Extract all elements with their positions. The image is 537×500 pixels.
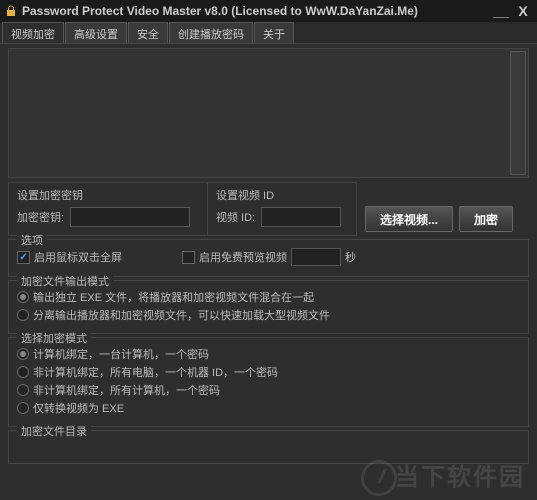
encrypt-mode-radio-3[interactable] xyxy=(17,384,29,396)
id-label: 视频 ID: xyxy=(216,209,255,225)
options-section: 选项 启用鼠标双击全屏 启用免费预览视频 秒 xyxy=(8,239,529,277)
encrypt-mode-title: 选择加密模式 xyxy=(17,330,91,346)
select-video-button[interactable]: 选择视频... xyxy=(365,206,453,232)
tab-bar: 视频加密 高级设置 安全 创建播放密码 关于 xyxy=(0,22,537,44)
encrypt-mode-label-3: 非计算机绑定，所有计算机，一个密码 xyxy=(33,382,220,398)
output-mode-radio-2[interactable] xyxy=(17,309,29,321)
double-click-label: 启用鼠标双击全屏 xyxy=(34,249,122,265)
minimize-button[interactable]: __ xyxy=(491,3,511,19)
output-mode-title: 加密文件输出模式 xyxy=(17,273,113,289)
output-dir-section: 加密文件目录 xyxy=(8,430,529,464)
id-block: 设置视频 ID 视频 ID: xyxy=(207,182,357,236)
tab-security[interactable]: 安全 xyxy=(128,22,168,43)
action-buttons: 选择视频... 加密 xyxy=(365,182,513,236)
settings-row: 设置加密密钥 加密密钥: 设置视频 ID 视频 ID: 选择视频... 加密 xyxy=(8,182,529,236)
tab-advanced[interactable]: 高级设置 xyxy=(65,22,127,43)
watermark-icon xyxy=(361,460,397,496)
output-mode-section: 加密文件输出模式 输出独立 EXE 文件，将播放器和加密视频文件混合在一起 分离… xyxy=(8,280,529,334)
id-title: 设置视频 ID xyxy=(216,187,348,203)
output-dir-title: 加密文件目录 xyxy=(17,423,91,439)
tab-create-password[interactable]: 创建播放密码 xyxy=(169,22,253,43)
key-label: 加密密钥: xyxy=(17,209,64,225)
key-block: 设置加密密钥 加密密钥: xyxy=(8,182,208,236)
content-panel: 设置加密密钥 加密密钥: 设置视频 ID 视频 ID: 选择视频... 加密 选… xyxy=(0,44,537,500)
window-title: Password Protect Video Master v8.0 (Lice… xyxy=(22,4,489,18)
tab-video-encrypt[interactable]: 视频加密 xyxy=(2,22,64,43)
encrypt-mode-radio-2[interactable] xyxy=(17,366,29,378)
id-input[interactable] xyxy=(261,207,341,227)
encrypt-mode-section: 选择加密模式 计算机绑定，一台计算机，一个密码 非计算机绑定，所有电脑，一个机器… xyxy=(8,337,529,427)
video-list-area[interactable] xyxy=(8,48,529,178)
titlebar: Password Protect Video Master v8.0 (Lice… xyxy=(0,0,537,22)
key-input[interactable] xyxy=(70,207,190,227)
encrypt-mode-radio-1[interactable] xyxy=(17,348,29,360)
double-click-checkbox[interactable] xyxy=(17,251,30,264)
free-preview-label: 启用免费预览视频 xyxy=(199,249,287,265)
encrypt-button[interactable]: 加密 xyxy=(459,206,513,232)
preview-seconds-input[interactable] xyxy=(291,248,341,266)
options-title: 选项 xyxy=(17,232,47,248)
output-mode-radio-1[interactable] xyxy=(17,291,29,303)
lock-icon xyxy=(4,4,18,18)
output-mode-label-1: 输出独立 EXE 文件，将播放器和加密视频文件混合在一起 xyxy=(33,289,314,305)
key-title: 设置加密密钥 xyxy=(17,187,199,203)
encrypt-mode-label-4: 仅转换视频为 EXE xyxy=(33,400,124,416)
encrypt-mode-radio-4[interactable] xyxy=(17,402,29,414)
output-mode-label-2: 分离输出播放器和加密视频文件，可以快速加载大型视频文件 xyxy=(33,307,330,323)
seconds-label: 秒 xyxy=(345,249,356,265)
tab-about[interactable]: 关于 xyxy=(254,22,294,43)
encrypt-mode-label-1: 计算机绑定，一台计算机，一个密码 xyxy=(33,346,209,362)
encrypt-mode-label-2: 非计算机绑定，所有电脑，一个机器 ID，一个密码 xyxy=(33,364,278,380)
free-preview-checkbox[interactable] xyxy=(182,251,195,264)
close-button[interactable]: X xyxy=(513,3,533,19)
